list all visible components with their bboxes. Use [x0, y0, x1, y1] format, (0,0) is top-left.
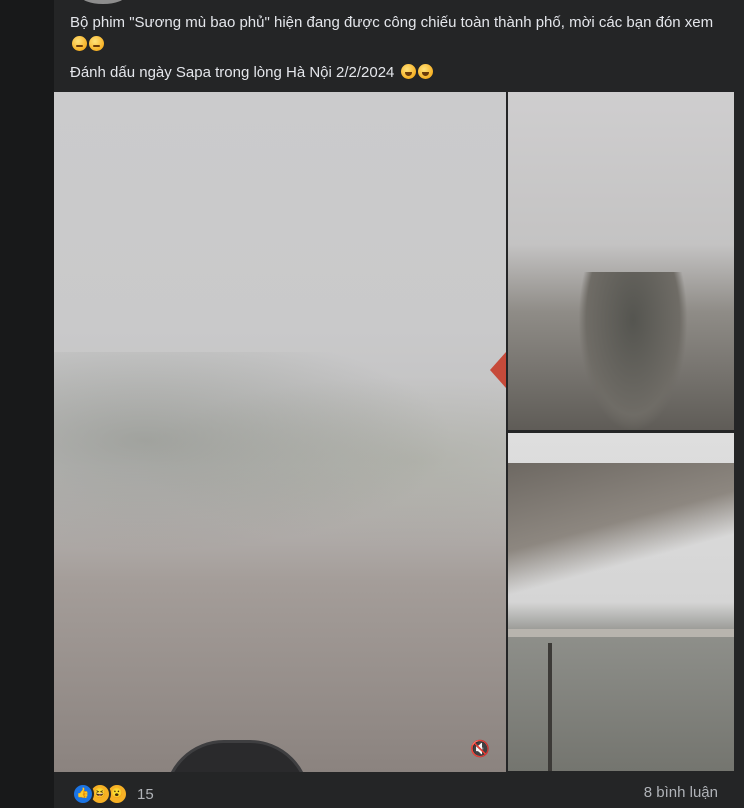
bridge-railing: [508, 629, 734, 637]
fog-trees: [54, 352, 506, 572]
post-line-1-text: Bộ phim "Sương mù bao phủ" hiện đang đượ…: [70, 14, 714, 31]
elevated-railway: [508, 463, 734, 623]
grinning-squinting-face-icon: [400, 64, 416, 79]
red-flag: [490, 352, 506, 388]
pine-tree: [578, 272, 688, 430]
main-fog-video[interactable]: 🔇: [54, 92, 506, 772]
reactions-summary[interactable]: 👍 😆 😮 15: [72, 783, 154, 805]
motorbike-mirror: [164, 740, 310, 772]
comments-count-link[interactable]: 8 bình luận: [644, 784, 718, 801]
light-pole: [548, 643, 552, 771]
post-line-2-text: Đánh dấu ngày Sapa trong lòng Hà Nội 2/2…: [70, 64, 395, 81]
like-reaction-icon: 👍: [72, 783, 94, 805]
persevering-face-icon: [89, 36, 104, 51]
fog-photo-bridge[interactable]: [508, 433, 734, 771]
grinning-squinting-face-icon: [417, 64, 433, 79]
fog-photo-trees[interactable]: [508, 92, 734, 430]
post-line-1: Bộ phim "Sương mù bao phủ" hiện đang đượ…: [70, 12, 730, 56]
persevering-face-icon: [72, 36, 87, 51]
muted-speaker-icon[interactable]: 🔇: [468, 738, 492, 762]
reaction-count[interactable]: 15: [137, 786, 154, 803]
post-line-2: Đánh dấu ngày Sapa trong lòng Hà Nội 2/2…: [70, 62, 730, 84]
post-text: Bộ phim "Sương mù bao phủ" hiện đang đượ…: [70, 12, 730, 84]
